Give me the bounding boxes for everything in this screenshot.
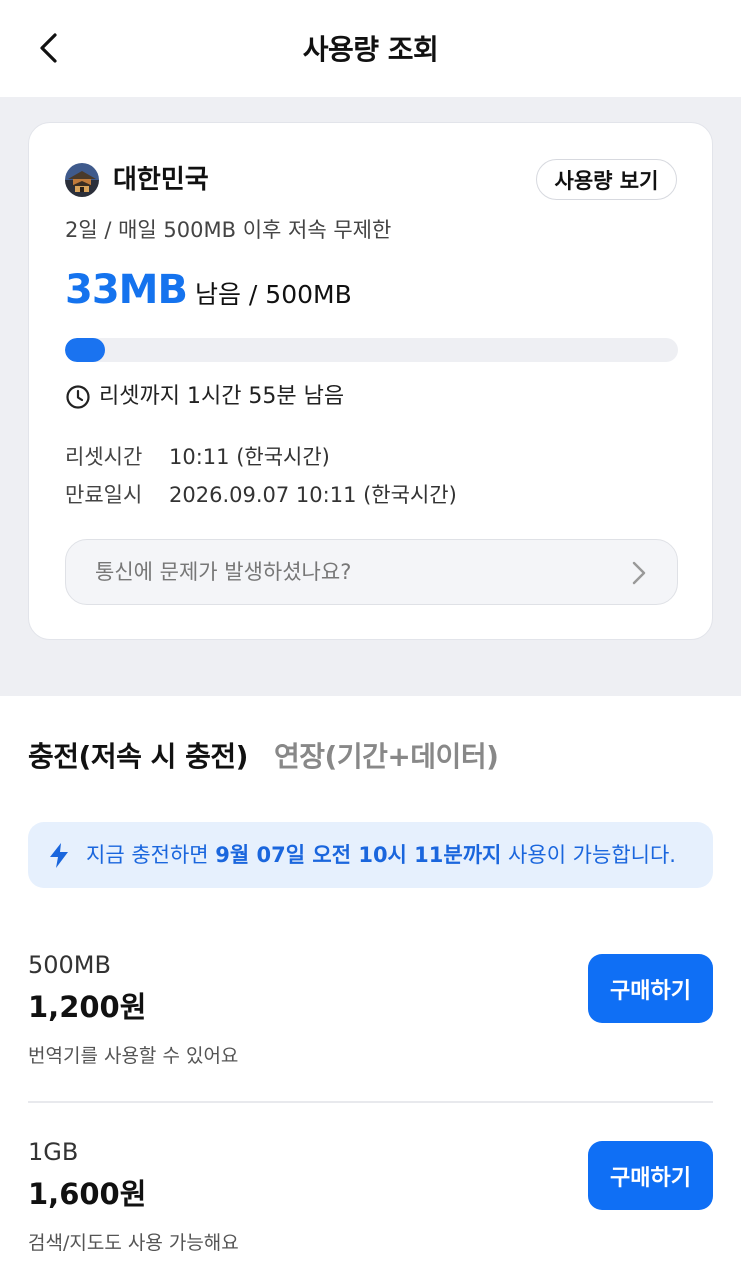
clock-icon [66,385,90,409]
tab-extend[interactable]: 연장(기간+데이터) [274,737,499,777]
remaining-data: 33MB 남음 / 500MB [65,267,352,323]
notice-suffix: 사용이 가능합니다. [501,843,676,867]
tab-recharge[interactable]: 충전(저속 시 충전) [28,737,248,777]
notice-prefix: 지금 충전하면 [86,843,216,867]
reset-time-label: 리셋시간 [65,445,143,469]
app-header: 사용량 조회 [0,0,741,97]
plan-description: 2일 / 매일 500MB 이후 저속 무제한 [65,218,392,242]
page-title: 사용량 조회 [302,33,439,66]
remaining-total: 남음 / 500MB [194,280,352,309]
expiry-label: 만료일시 [65,483,143,507]
usage-card: 대한민국 사용량 보기 2일 / 매일 500MB 이후 저속 무제한 33MB… [28,122,713,640]
notice-text: 지금 충전하면 9월 07일 오전 10시 11분까지 사용이 가능합니다. [86,840,676,870]
view-usage-button[interactable]: 사용량 보기 [536,159,677,200]
buy-button[interactable]: 구매하기 [588,954,713,1023]
product-description: 번역기를 사용할 수 있어요 [28,1045,239,1067]
report-issue-label: 통신에 문제가 발생하셨나요? [95,560,352,584]
lightning-icon [50,843,68,868]
product-divider [28,1101,713,1103]
chevron-right-icon [632,561,646,585]
remaining-amount: 33MB [65,267,188,313]
product-description: 검색/지도도 사용 가능해요 [28,1232,239,1254]
report-issue-button[interactable]: 통신에 문제가 발생하셨나요? [65,539,678,605]
product-price: 1,200원 [28,990,147,1024]
korea-landmark-flag-icon [65,163,99,197]
product-size: 500MB [28,951,111,979]
usage-progress-bar [65,338,678,362]
reset-time-value: 10:11 (한국시간) [169,445,330,469]
country-name: 대한민국 [113,165,209,195]
recharge-notice: 지금 충전하면 9월 07일 오전 10시 11분까지 사용이 가능합니다. [28,822,713,888]
buy-button[interactable]: 구매하기 [588,1141,713,1210]
reset-countdown: 리셋까지 1시간 55분 남음 [99,384,345,409]
product-size: 1GB [28,1138,79,1166]
expiry-value: 2026.09.07 10:11 (한국시간) [169,483,457,507]
notice-highlight: 9월 07일 오전 10시 11분까지 [215,843,502,867]
product-price: 1,600원 [28,1177,147,1211]
usage-progress-fill [65,338,106,362]
